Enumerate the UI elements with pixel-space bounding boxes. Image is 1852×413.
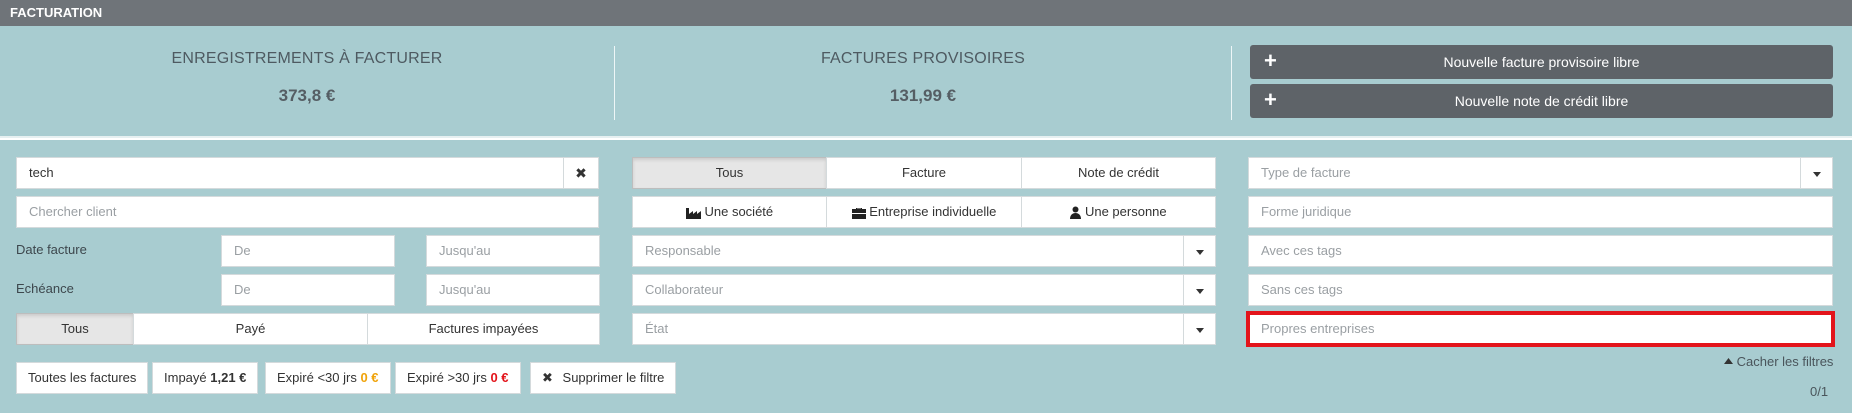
due-date-label: Echéance [16,281,74,296]
invoice-date-to-placeholder: Jusqu'au [439,243,491,258]
without-tags-input[interactable]: Sans ces tags [1248,274,1833,306]
factory-icon [685,208,701,220]
entity-filter-person[interactable]: Une personne [1021,196,1216,228]
chevron-down-icon[interactable] [1800,158,1832,188]
caret-up-icon [1724,358,1733,364]
type-filter-invoice[interactable]: Facture [826,157,1022,189]
without-tags-placeholder: Sans ces tags [1261,282,1343,297]
hide-filters-link[interactable]: Cacher les filtres [1724,354,1833,369]
invoice-type-select[interactable]: Type de facture [1248,157,1833,189]
chip-unpaid-label: Impayé [164,370,207,385]
clear-filter-button[interactable]: ✖ Supprimer le filtre [530,362,677,394]
due-date-to-input[interactable]: Jusqu'au [426,274,600,306]
plus-icon: + [1264,87,1277,112]
hide-filters-label: Cacher les filtres [1736,354,1834,369]
legal-form-input[interactable]: Forme juridique [1248,196,1833,228]
stat-provisional: FACTURES PROVISOIRES 131,99 € [615,26,1231,136]
chevron-down-icon[interactable] [1183,275,1215,305]
responsible-placeholder: Responsable [645,243,721,258]
search-value: tech [29,165,54,180]
pagination-indicator: 0/1 [1810,384,1829,399]
chip-expired-under-30-value: 0 € [360,370,379,385]
type-filter-credit-note[interactable]: Note de crédit [1021,157,1216,189]
payment-filter-all[interactable]: Tous [16,313,134,345]
stat-to-invoice-label: ENREGISTREMENTS À FACTURER [171,50,443,67]
with-tags-input[interactable]: Avec ces tags [1248,235,1833,267]
invoice-date-from-placeholder: De [234,243,251,258]
chevron-down-icon[interactable] [1183,236,1215,266]
payment-filter-paid[interactable]: Payé [133,313,368,345]
chip-unpaid[interactable]: Impayé 1,21 € [152,362,259,394]
state-placeholder: État [645,321,669,336]
entity-filter-sole-trader[interactable]: Entreprise individuelle [826,196,1022,228]
due-date-from-placeholder: De [234,282,251,297]
selection-highlight [1246,311,1835,347]
divider [1231,46,1232,120]
entity-filter-person-label: Une personne [1084,204,1167,219]
state-select[interactable]: État [632,313,1216,345]
chip-unpaid-value: 1,21 € [210,370,247,385]
chip-expired-over-30[interactable]: Expiré >30 jrs 0 € [395,362,521,394]
collaborator-placeholder: Collaborateur [645,282,724,297]
stat-provisional-value: 131,99 € [889,86,957,105]
clear-filter-label: Supprimer le filtre [562,370,665,385]
new-credit-note-button[interactable]: + Nouvelle note de crédit libre [1250,84,1833,118]
entity-filter-company-label: Une société [704,204,774,219]
stats-section: ENREGISTREMENTS À FACTURER 373,8 € FACTU… [0,26,1852,138]
new-credit-note-label: Nouvelle note de crédit libre [1454,93,1629,109]
stat-to-invoice: ENREGISTREMENTS À FACTURER 373,8 € [0,26,614,136]
client-search-placeholder: Chercher client [29,204,117,219]
billing-panel: FACTURATION ENREGISTREMENTS À FACTURER 3… [0,0,1852,413]
clear-search-icon[interactable]: ✖ [563,158,598,188]
search-input[interactable]: tech ✖ [16,157,599,189]
client-search-input[interactable]: Chercher client [16,196,599,228]
plus-icon: + [1264,48,1277,73]
chip-expired-over-30-value: 0 € [490,370,509,385]
entity-filter-company[interactable]: Une société [632,196,827,228]
chip-all-invoices[interactable]: Toutes les factures [16,362,149,394]
new-provisional-invoice-label: Nouvelle facture provisoire libre [1443,54,1640,70]
invoice-date-label: Date facture [16,242,87,257]
close-icon: ✖ [542,370,553,385]
collaborator-select[interactable]: Collaborateur [632,274,1216,306]
briefcase-icon [851,207,866,219]
panel-title: FACTURATION [0,0,1852,26]
entity-filter-sole-trader-label: Entreprise individuelle [869,204,997,219]
chip-expired-under-30[interactable]: Expiré <30 jrs 0 € [265,362,391,394]
chip-expired-over-30-label: Expiré >30 jrs [407,370,487,385]
stat-to-invoice-value: 373,8 € [278,86,336,105]
type-filter-all[interactable]: Tous [632,157,827,189]
due-date-to-placeholder: Jusqu'au [439,282,491,297]
with-tags-placeholder: Avec ces tags [1261,243,1342,258]
invoice-date-to-input[interactable]: Jusqu'au [426,235,600,267]
legal-form-placeholder: Forme juridique [1261,204,1352,219]
due-date-from-input[interactable]: De [221,274,395,306]
invoice-date-from-input[interactable]: De [221,235,395,267]
invoice-type-placeholder: Type de facture [1261,165,1351,180]
chip-expired-under-30-label: Expiré <30 jrs [277,370,357,385]
person-icon [1070,206,1082,220]
new-provisional-invoice-button[interactable]: + Nouvelle facture provisoire libre [1250,45,1833,79]
chevron-down-icon[interactable] [1183,314,1215,344]
responsible-select[interactable]: Responsable [632,235,1216,267]
stat-provisional-label: FACTURES PROVISOIRES [820,50,1026,67]
payment-filter-unpaid[interactable]: Factures impayées [367,313,600,345]
